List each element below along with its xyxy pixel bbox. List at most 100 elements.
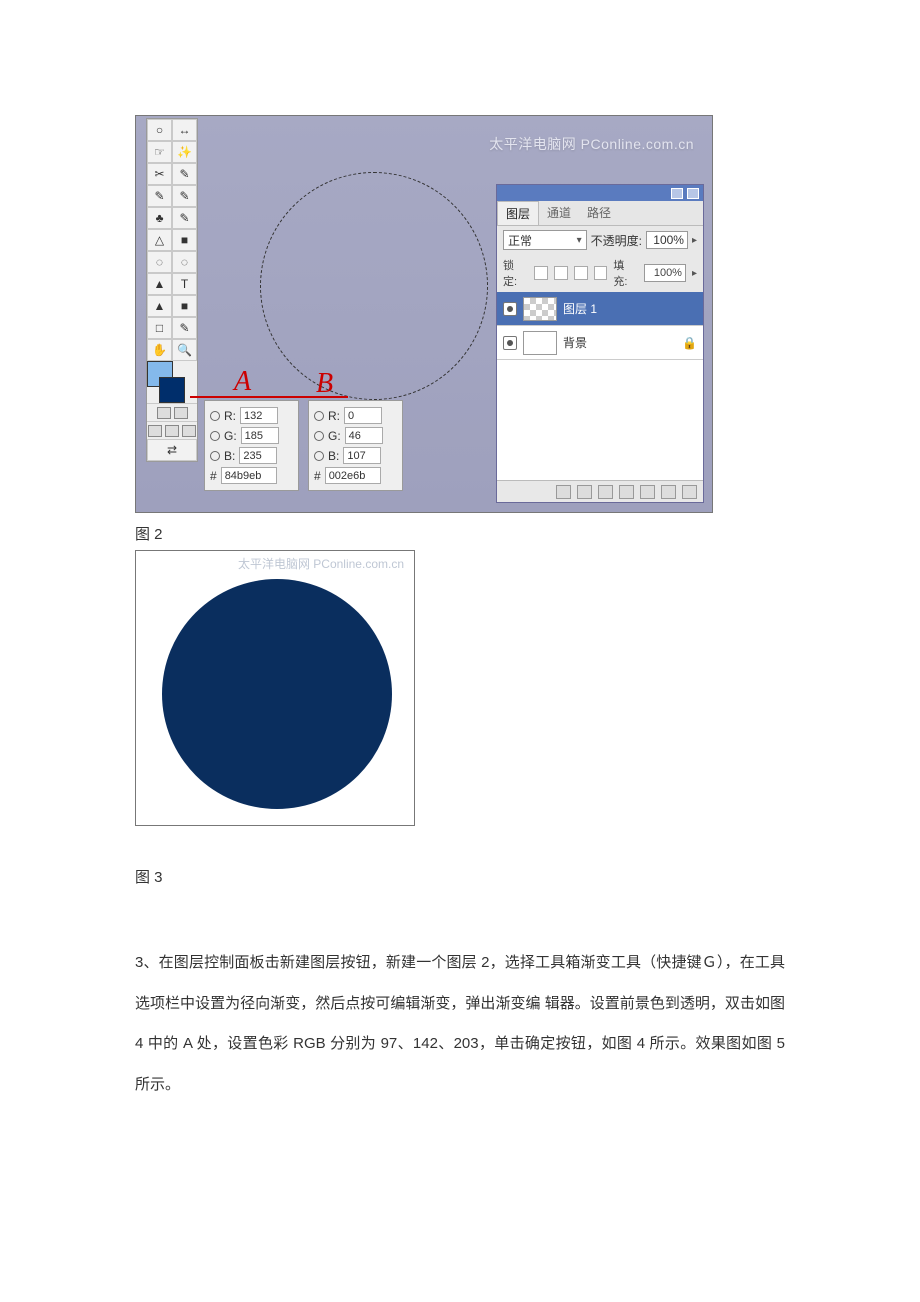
tool-brush[interactable]: ✎ xyxy=(147,185,172,207)
screen-mode-2-icon[interactable] xyxy=(165,425,179,437)
input-r-b[interactable]: 0 xyxy=(344,407,382,424)
quickmask-mode-icon[interactable] xyxy=(174,407,188,419)
layer-mask-icon[interactable] xyxy=(598,485,613,499)
blend-mode-select[interactable]: 正常▾ xyxy=(503,230,587,250)
standard-mode-icon[interactable] xyxy=(157,407,171,419)
layer-name: 图层 1 xyxy=(563,300,597,317)
radio-g-icon[interactable] xyxy=(210,431,220,441)
filled-circle xyxy=(162,579,392,809)
new-layer-icon[interactable] xyxy=(661,485,676,499)
step-3-paragraph: 3、在图层控制面板击新建图层按钮，新建一个图层 2，选择工具箱渐变工具（快捷键Ｇ… xyxy=(135,943,785,1105)
color-panel-a: R:132 G:185 B:235 #84b9eb xyxy=(204,400,299,491)
screen-mode-1-icon[interactable] xyxy=(148,425,162,437)
fill-arrow-icon[interactable]: ▸ xyxy=(692,268,697,279)
lock-position-icon[interactable] xyxy=(574,266,588,280)
tab-paths[interactable]: 路径 xyxy=(579,201,619,225)
layer-item-1[interactable]: 图层 1 xyxy=(497,292,703,326)
lock-all-icon[interactable] xyxy=(594,266,608,280)
label-b: B: xyxy=(224,449,235,463)
radio-g-icon[interactable] xyxy=(314,431,324,441)
radio-b-icon[interactable] xyxy=(314,451,324,461)
label-g: G: xyxy=(328,429,341,443)
tool-crop[interactable]: ✂ xyxy=(147,163,172,185)
tool-hand[interactable]: ✋ xyxy=(147,339,172,361)
fill-label: 填充: xyxy=(613,257,638,289)
input-r-a[interactable]: 132 xyxy=(240,407,278,424)
opacity-arrow-icon[interactable]: ▸ xyxy=(692,235,697,246)
tab-channels[interactable]: 通道 xyxy=(539,201,579,225)
layer-item-bg[interactable]: 背景 🔒 xyxy=(497,326,703,360)
tab-layers[interactable]: 图层 xyxy=(497,201,539,225)
annotation-line xyxy=(190,396,348,398)
input-b-a[interactable]: 235 xyxy=(239,447,277,464)
tool-eraser[interactable]: △ xyxy=(147,229,172,251)
selection-marquee xyxy=(260,172,488,400)
link-layers-icon[interactable] xyxy=(556,485,571,499)
figure-3-screenshot: 太平洋电脑网 PConline.com.cn xyxy=(135,550,415,826)
label-b: B: xyxy=(328,449,339,463)
screen-mode-3-icon[interactable] xyxy=(182,425,196,437)
tool-type[interactable]: T xyxy=(172,273,197,295)
screen-mode-row xyxy=(147,421,197,439)
radio-r-icon[interactable] xyxy=(210,411,220,421)
label-hash: # xyxy=(210,469,217,483)
layer-thumb xyxy=(523,297,557,321)
opacity-label: 不透明度: xyxy=(591,232,642,249)
layer-thumb xyxy=(523,331,557,355)
opacity-input[interactable]: 100% xyxy=(646,231,688,249)
tool-lasso[interactable]: ☞ xyxy=(147,141,172,163)
lock-transparency-icon[interactable] xyxy=(534,266,548,280)
layer-list: 图层 1 背景 🔒 xyxy=(497,292,703,480)
label-r: R: xyxy=(328,409,340,423)
tool-blur[interactable]: ◌ xyxy=(147,251,172,273)
tool-shape[interactable]: ■ xyxy=(172,295,197,317)
radio-r-icon[interactable] xyxy=(314,411,324,421)
delete-layer-icon[interactable] xyxy=(682,485,697,499)
layer-group-icon[interactable] xyxy=(640,485,655,499)
tool-dodge[interactable]: ◌ xyxy=(172,251,197,273)
close-icon[interactable] xyxy=(687,188,699,199)
tool-ellipse[interactable]: ○ xyxy=(147,119,172,141)
lock-icon: 🔒 xyxy=(682,336,697,350)
tool-history[interactable]: ✎ xyxy=(172,207,197,229)
fill-input[interactable]: 100% xyxy=(644,264,686,282)
input-b-b[interactable]: 107 xyxy=(343,447,381,464)
figure-2-screenshot: 太平洋电脑网 PConline.com.cn ○ ↔ ☞ ✨ ✂ ✎ ✎ ✎ ♣… xyxy=(135,115,713,513)
input-g-a[interactable]: 185 xyxy=(241,427,279,444)
tool-pencil[interactable]: ✎ xyxy=(172,185,197,207)
watermark: 太平洋电脑网 PConline.com.cn xyxy=(489,134,694,154)
caption-fig2: 图 2 xyxy=(135,523,785,544)
background-swatch[interactable] xyxy=(159,377,185,403)
minimize-icon[interactable] xyxy=(671,188,683,199)
tool-zoom[interactable]: 🔍 xyxy=(172,339,197,361)
tool-move[interactable]: ↔ xyxy=(172,119,197,141)
tool-path[interactable]: ▲ xyxy=(147,273,172,295)
input-hex-b[interactable]: 002e6b xyxy=(325,467,381,484)
toolbox: ○ ↔ ☞ ✨ ✂ ✎ ✎ ✎ ♣ ✎ △ ■ ◌ ◌ ▲ T ▲ ■ □ ✎ … xyxy=(146,118,198,462)
visibility-icon[interactable] xyxy=(503,336,517,350)
tool-slice[interactable]: ✎ xyxy=(172,163,197,185)
tool-note[interactable]: □ xyxy=(147,317,172,339)
jump-to-row[interactable]: ⇄ xyxy=(147,439,197,461)
radio-b-icon[interactable] xyxy=(210,451,220,461)
tool-gradient[interactable]: ■ xyxy=(172,229,197,251)
watermark: 太平洋电脑网 PConline.com.cn xyxy=(238,555,404,572)
input-g-b[interactable]: 46 xyxy=(345,427,383,444)
layer-fx-icon[interactable] xyxy=(577,485,592,499)
annotation-label-a: A xyxy=(234,366,251,398)
layer-name: 背景 xyxy=(563,334,587,351)
label-hash: # xyxy=(314,469,321,483)
adjustment-layer-icon[interactable] xyxy=(619,485,634,499)
layers-panel: 图层 通道 路径 正常▾ 不透明度: 100% ▸ 锁定: 填充: 100% ▸ xyxy=(496,184,704,503)
chevron-down-icon: ▾ xyxy=(577,235,582,246)
tool-eyedrop[interactable]: ✎ xyxy=(172,317,197,339)
tool-wand[interactable]: ✨ xyxy=(172,141,197,163)
visibility-icon[interactable] xyxy=(503,302,517,316)
layer-tabs: 图层 通道 路径 xyxy=(497,201,703,226)
input-hex-a[interactable]: 84b9eb xyxy=(221,467,277,484)
tool-clone[interactable]: ♣ xyxy=(147,207,172,229)
color-panel-b: R: 0 G: 46 B: 107 #002e6b xyxy=(308,400,403,491)
lock-pixels-icon[interactable] xyxy=(554,266,568,280)
tool-pen[interactable]: ▲ xyxy=(147,295,172,317)
caption-fig3: 图 3 xyxy=(135,866,785,887)
